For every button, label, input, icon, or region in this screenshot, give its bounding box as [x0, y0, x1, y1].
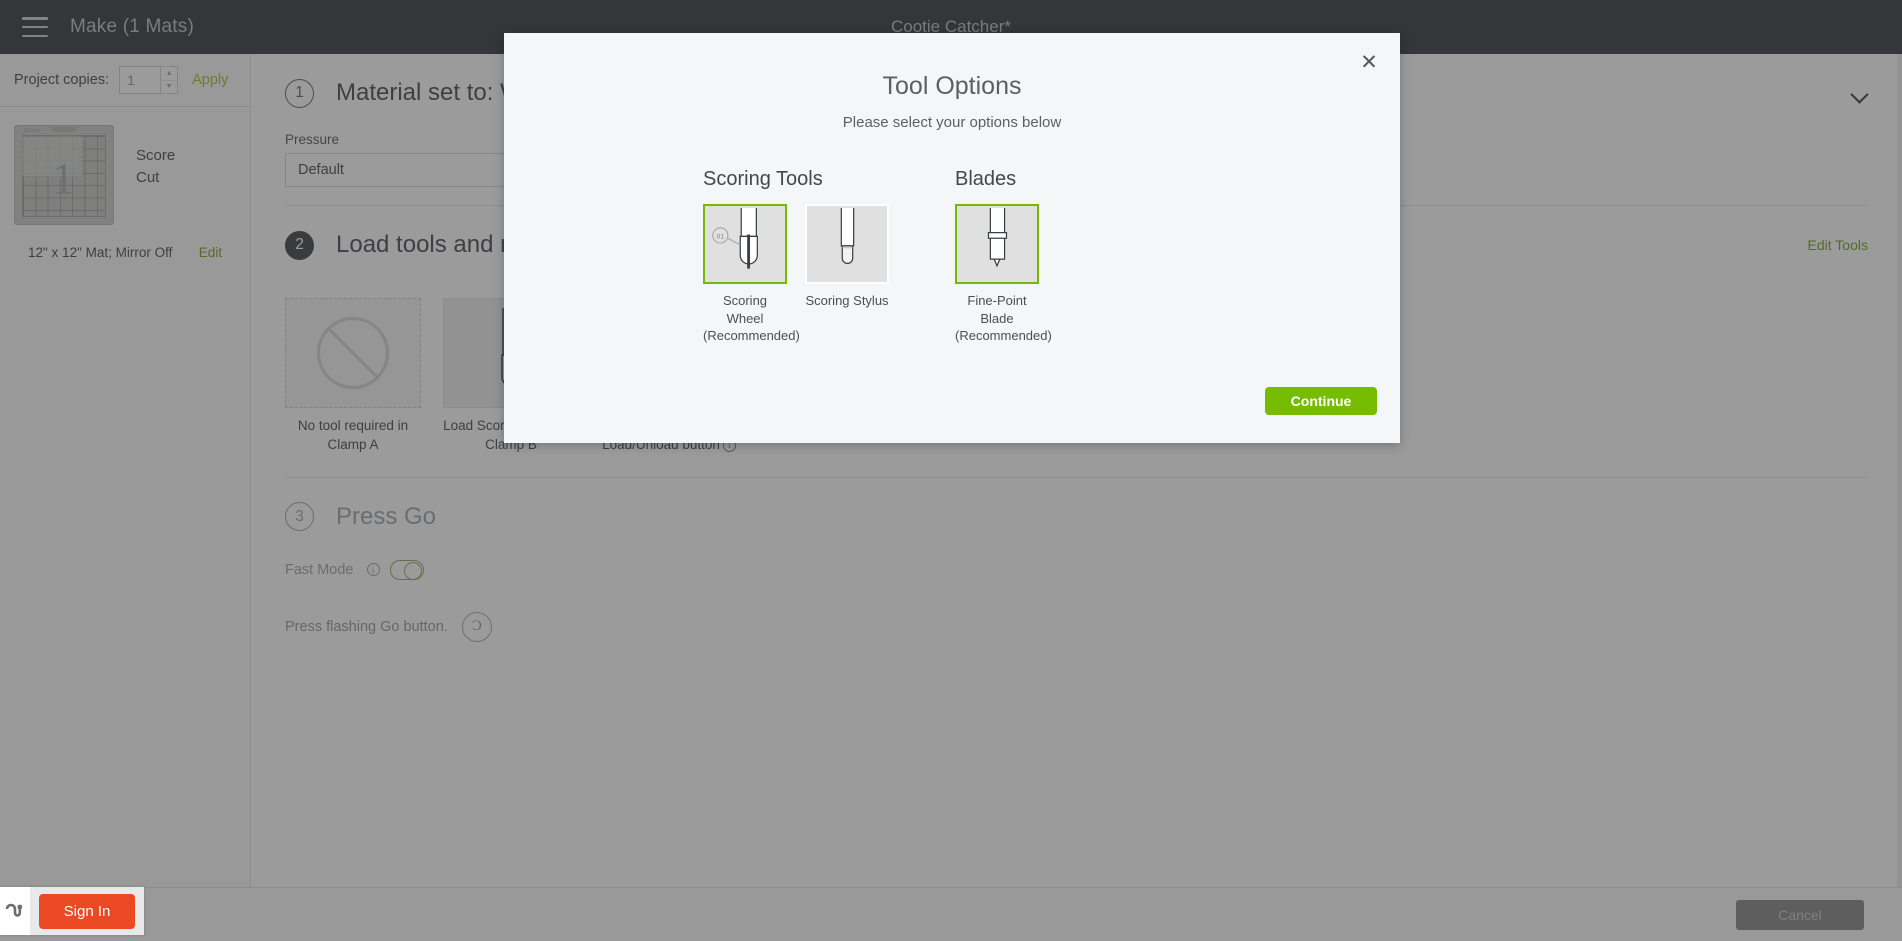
- modal-actions: Continue: [1265, 387, 1377, 415]
- scoring-wheel-icon: 01: [712, 208, 758, 269]
- tool-scoring-wheel-box[interactable]: 01: [703, 204, 787, 284]
- group-blades-title: Blades: [955, 168, 1017, 190]
- tool-scoring-stylus-box[interactable]: [805, 204, 889, 284]
- scoring-stylus-icon: [840, 208, 855, 264]
- continue-button[interactable]: Continue: [1265, 387, 1377, 415]
- app-root: Make (1 Mats) Cootie Catcher* Project co…: [0, 0, 1902, 941]
- modal-subtitle: Please select your options below: [842, 114, 1062, 131]
- tool-scoring-wheel-caption: Scoring Wheel (Recommended): [703, 293, 800, 344]
- sign-in-button[interactable]: Sign In: [39, 893, 135, 929]
- tool-options-modal: ✕ Tool Options Please select your option…: [504, 33, 1400, 443]
- stumbleupon-icon[interactable]: [0, 887, 30, 935]
- modal-title: Tool Options: [882, 72, 1022, 100]
- tool-scoring-stylus[interactable]: Scoring Stylus: [805, 204, 889, 345]
- svg-text:01: 01: [717, 233, 725, 240]
- group-scoring-tools: Scoring Tools 01 Scoring Wheel (Recommen…: [703, 168, 889, 345]
- tool-fine-point-blade-box[interactable]: [955, 204, 1039, 284]
- close-icon[interactable]: ✕: [1356, 49, 1382, 75]
- fine-point-blade-icon: [987, 208, 1008, 268]
- tool-fine-point-blade[interactable]: Fine-Point Blade (Recommended): [955, 204, 1052, 345]
- tool-scoring-wheel[interactable]: 01 Scoring Wheel (Recommended): [703, 204, 800, 345]
- group-blades: Blades Fine-Point Blade (Recommended): [955, 168, 1052, 345]
- tool-scoring-stylus-caption: Scoring Stylus: [805, 293, 889, 308]
- tool-fine-point-blade-caption: Fine-Point Blade (Recommended): [955, 293, 1052, 344]
- signin-widget: Sign In: [0, 887, 144, 935]
- blades-tool-row: Fine-Point Blade (Recommended): [955, 204, 1052, 345]
- tool-groups: Scoring Tools 01 Scoring Wheel (Recommen…: [504, 131, 1400, 345]
- group-scoring-tools-title: Scoring Tools: [703, 168, 823, 190]
- scoring-tool-row: 01 Scoring Wheel (Recommended) Scoring S…: [703, 204, 889, 345]
